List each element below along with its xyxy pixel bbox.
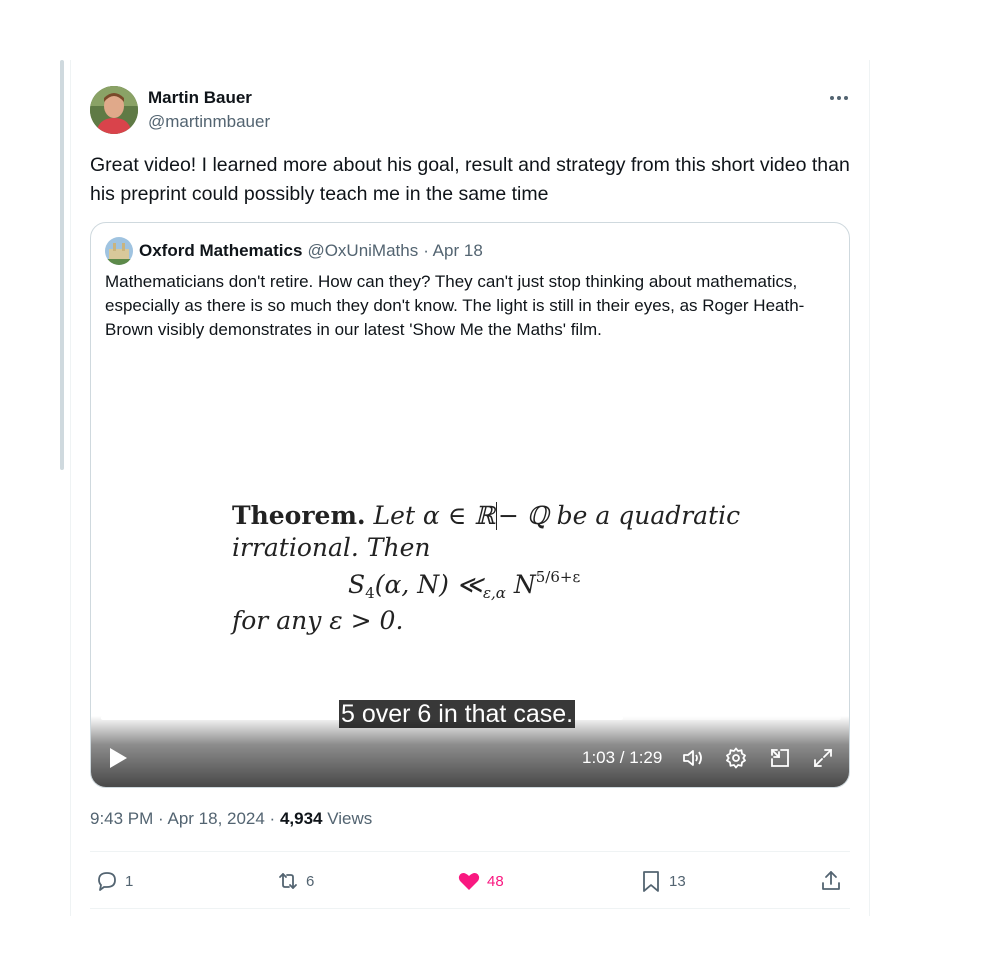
share-icon [822, 871, 840, 890]
bookmark-count: 13 [669, 872, 686, 890]
video-controls: 5 over 6 in that case. 1:03 / 1:29 [91, 700, 849, 787]
video-time: 1:03 / 1:29 [582, 748, 663, 767]
theorem-text-1b: − ℚ be a quadratic [498, 501, 741, 530]
formula-args: (α, N) ≪ [374, 570, 483, 599]
text-cursor [496, 502, 497, 530]
dock-video-icon[interactable] [768, 746, 792, 770]
repost-icon [279, 873, 297, 889]
theorem-line-2: irrational. Then [232, 533, 431, 562]
views-label: Views [322, 809, 373, 828]
repost-count: 6 [306, 872, 315, 890]
theorem-line-4: for any ε > 0. [232, 606, 404, 635]
play-icon[interactable] [107, 746, 129, 770]
theorem-text-1: Let α ∈ ℝ [373, 501, 495, 530]
theorem-line-1: Theorem. Let α ∈ ℝ − ℚ be a quadratic [232, 501, 740, 530]
reply-icon [98, 872, 116, 891]
theorem-label: Theorem. [232, 501, 366, 530]
settings-gear-icon[interactable] [724, 746, 748, 770]
more-dot-icon [830, 96, 834, 100]
thread-line [60, 60, 64, 470]
quoted-text: Mathematicians don't retire. How can the… [105, 272, 805, 339]
like-count: 48 [487, 872, 504, 890]
share-button[interactable] [819, 866, 843, 896]
tweet-meta: 9:43 PM · Apr 18, 2024 · 4,934 Views [90, 809, 372, 829]
quoted-date[interactable]: · Apr 18 [423, 241, 483, 261]
author-name[interactable]: Martin Bauer [148, 88, 252, 108]
theorem-formula: S4(α, N) ≪ε,α N5/6+ε [348, 568, 580, 602]
divider [90, 851, 850, 852]
formula-subscript: ε,α [482, 584, 506, 602]
quoted-tweet[interactable]: Oxford Mathematics @OxUniMaths · Apr 18 … [90, 222, 850, 788]
video-player[interactable]: Theorem. Let α ∈ ℝ − ℚ be a quadratic irr… [91, 347, 849, 787]
author-handle[interactable]: @martinmbauer [148, 112, 270, 132]
formula-s: S [348, 570, 366, 599]
formula-sub-4: 4 [365, 584, 375, 602]
quoted-author-handle[interactable]: @OxUniMaths [307, 241, 418, 261]
repost-button[interactable]: 6 [276, 866, 314, 896]
like-button[interactable]: 48 [457, 866, 504, 896]
bookmark-button[interactable]: 13 [639, 866, 686, 896]
bookmark-icon [643, 871, 659, 892]
more-dot-icon [837, 96, 841, 100]
heart-icon [458, 873, 480, 890]
fullscreen-icon[interactable] [811, 746, 835, 770]
reply-button[interactable]: 1 [95, 866, 133, 896]
formula-n: N [505, 570, 536, 599]
volume-icon[interactable] [681, 746, 705, 770]
formula-exponent: 5/6+ε [535, 568, 581, 586]
quoted-header: Oxford Mathematics @OxUniMaths · Apr 18 [105, 237, 483, 265]
tweet-text: Great video! I learned more about his go… [90, 154, 850, 205]
author-avatar[interactable] [90, 86, 138, 134]
quoted-author-name[interactable]: Oxford Mathematics [139, 241, 302, 261]
tweet-timestamp[interactable]: 9:43 PM · Apr 18, 2024 · [90, 809, 280, 828]
video-caption: 5 over 6 in that case. [339, 700, 576, 728]
quoted-avatar [105, 237, 133, 265]
views-count: 4,934 [279, 809, 323, 828]
divider [90, 908, 850, 909]
more-options-button[interactable] [826, 86, 852, 110]
more-dot-icon [844, 96, 848, 100]
reply-count: 1 [125, 872, 134, 890]
